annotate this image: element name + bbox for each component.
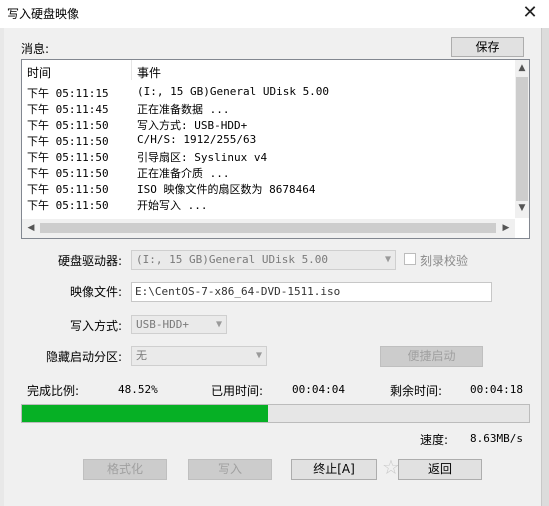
scroll-down-icon[interactable]: ▼ [515,203,529,213]
column-divider[interactable] [131,60,132,80]
right-edge [541,28,549,506]
speed-value: 8.63MB/s [470,432,523,445]
column-event[interactable]: 事件 [137,64,161,81]
drive-label: 硬盘驱动器: [58,254,123,268]
log-time: 下午 05:11:50 [27,199,109,212]
log-row: 下午 05:11:15 (I:, 15 GB)General UDisk 5.0… [22,85,515,101]
log-row: 下午 05:11:50 引导扇区: Syslinux v4 [22,149,515,165]
log-time: 下午 05:11:50 [27,167,109,180]
log-event: C/H/S: 1912/255/63 [137,133,257,146]
progress-bar [21,404,530,423]
log-event: 正在准备数据 ... [137,103,230,116]
image-file-label: 映像文件: [70,285,123,299]
write-mode-value: USB-HDD+ [136,318,189,331]
window-title: 写入硬盘映像 [7,7,80,21]
column-time[interactable]: 时间 [27,64,51,81]
close-icon[interactable]: ✕ [518,2,542,24]
title-bar [0,0,549,28]
log-row: 下午 05:11:50 C/H/S: 1912/255/63 [22,133,515,149]
messages-label: 消息: [21,42,50,56]
log-time: 下午 05:11:50 [27,183,109,196]
log-time: 下午 05:11:45 [27,103,109,116]
progress-fill [22,405,268,422]
write-mode-select[interactable]: USB-HDD+ ▼ [131,315,227,334]
verify-checkbox[interactable] [404,253,416,265]
log-row: 下午 05:11:50 写入方式: USB-HDD+ [22,117,515,133]
log-time: 下午 05:11:50 [27,119,109,132]
chevron-down-icon: ▼ [384,254,391,265]
log-time: 下午 05:11:50 [27,151,109,164]
write-button[interactable]: 写入 [188,459,272,480]
remaining-label: 剩余时间: [390,384,443,398]
scroll-up-icon[interactable]: ▲ [515,63,529,73]
scroll-right-icon[interactable]: ▶ [499,223,513,233]
log-event: 开始写入 ... [137,199,208,212]
completed-value: 48.52% [118,383,158,396]
horizontal-scroll-thumb[interactable] [40,223,496,233]
hidden-partition-value: 无 [136,349,147,362]
abort-button[interactable]: 终止[A] [291,459,377,480]
log-row: 下午 05:11:50 ISO 映像文件的扇区数为 8678464 [22,181,515,197]
save-button[interactable]: 保存 [451,37,524,57]
log-time: 下午 05:11:15 [27,87,109,100]
log-row: 下午 05:11:45 正在准备数据 ... [22,101,515,117]
chevron-down-icon: ▼ [255,350,262,361]
image-file-input[interactable]: E:\CentOS-7-x86_64-DVD-1511.iso [131,282,492,302]
vertical-scroll-thumb[interactable] [516,77,528,201]
quick-boot-button[interactable]: 便捷启动 [380,346,483,367]
left-edge [0,28,4,506]
chevron-down-icon: ▼ [215,319,222,330]
format-button[interactable]: 格式化 [83,459,167,480]
log-event: 引导扇区: Syslinux v4 [137,151,268,164]
hidden-partition-select[interactable]: 无 ▼ [131,346,267,366]
log-header: 时间 事件 [22,60,515,82]
scroll-left-icon[interactable]: ◀ [24,223,38,233]
log-event: 正在准备介质 ... [137,167,230,180]
log-row: 下午 05:11:50 正在准备介质 ... [22,165,515,181]
log-time: 下午 05:11:50 [27,135,109,148]
log-event: (I:, 15 GB)General UDisk 5.00 [137,85,330,98]
drive-value: (I:, 15 GB)General UDisk 5.00 [136,253,329,266]
drive-select[interactable]: (I:, 15 GB)General UDisk 5.00 ▼ [131,250,396,270]
speed-label: 速度: [420,433,449,447]
watermark-logo: ☆ [382,455,400,479]
verify-label: 刻录校验 [420,254,469,268]
log-event: 写入方式: USB-HDD+ [137,119,248,132]
write-mode-label: 写入方式: [70,319,123,333]
remaining-value: 00:04:18 [470,383,523,396]
message-log: 时间 事件 下午 05:11:15 (I:, 15 GB)General UDi… [21,59,530,239]
completed-label: 完成比例: [27,384,80,398]
log-event: ISO 映像文件的扇区数为 8678464 [137,183,316,196]
log-row: 下午 05:11:50 开始写入 ... [22,197,515,213]
hidden-partition-label: 隐藏启动分区: [46,350,123,364]
elapsed-label: 已用时间: [211,384,264,398]
elapsed-value: 00:04:04 [292,383,345,396]
